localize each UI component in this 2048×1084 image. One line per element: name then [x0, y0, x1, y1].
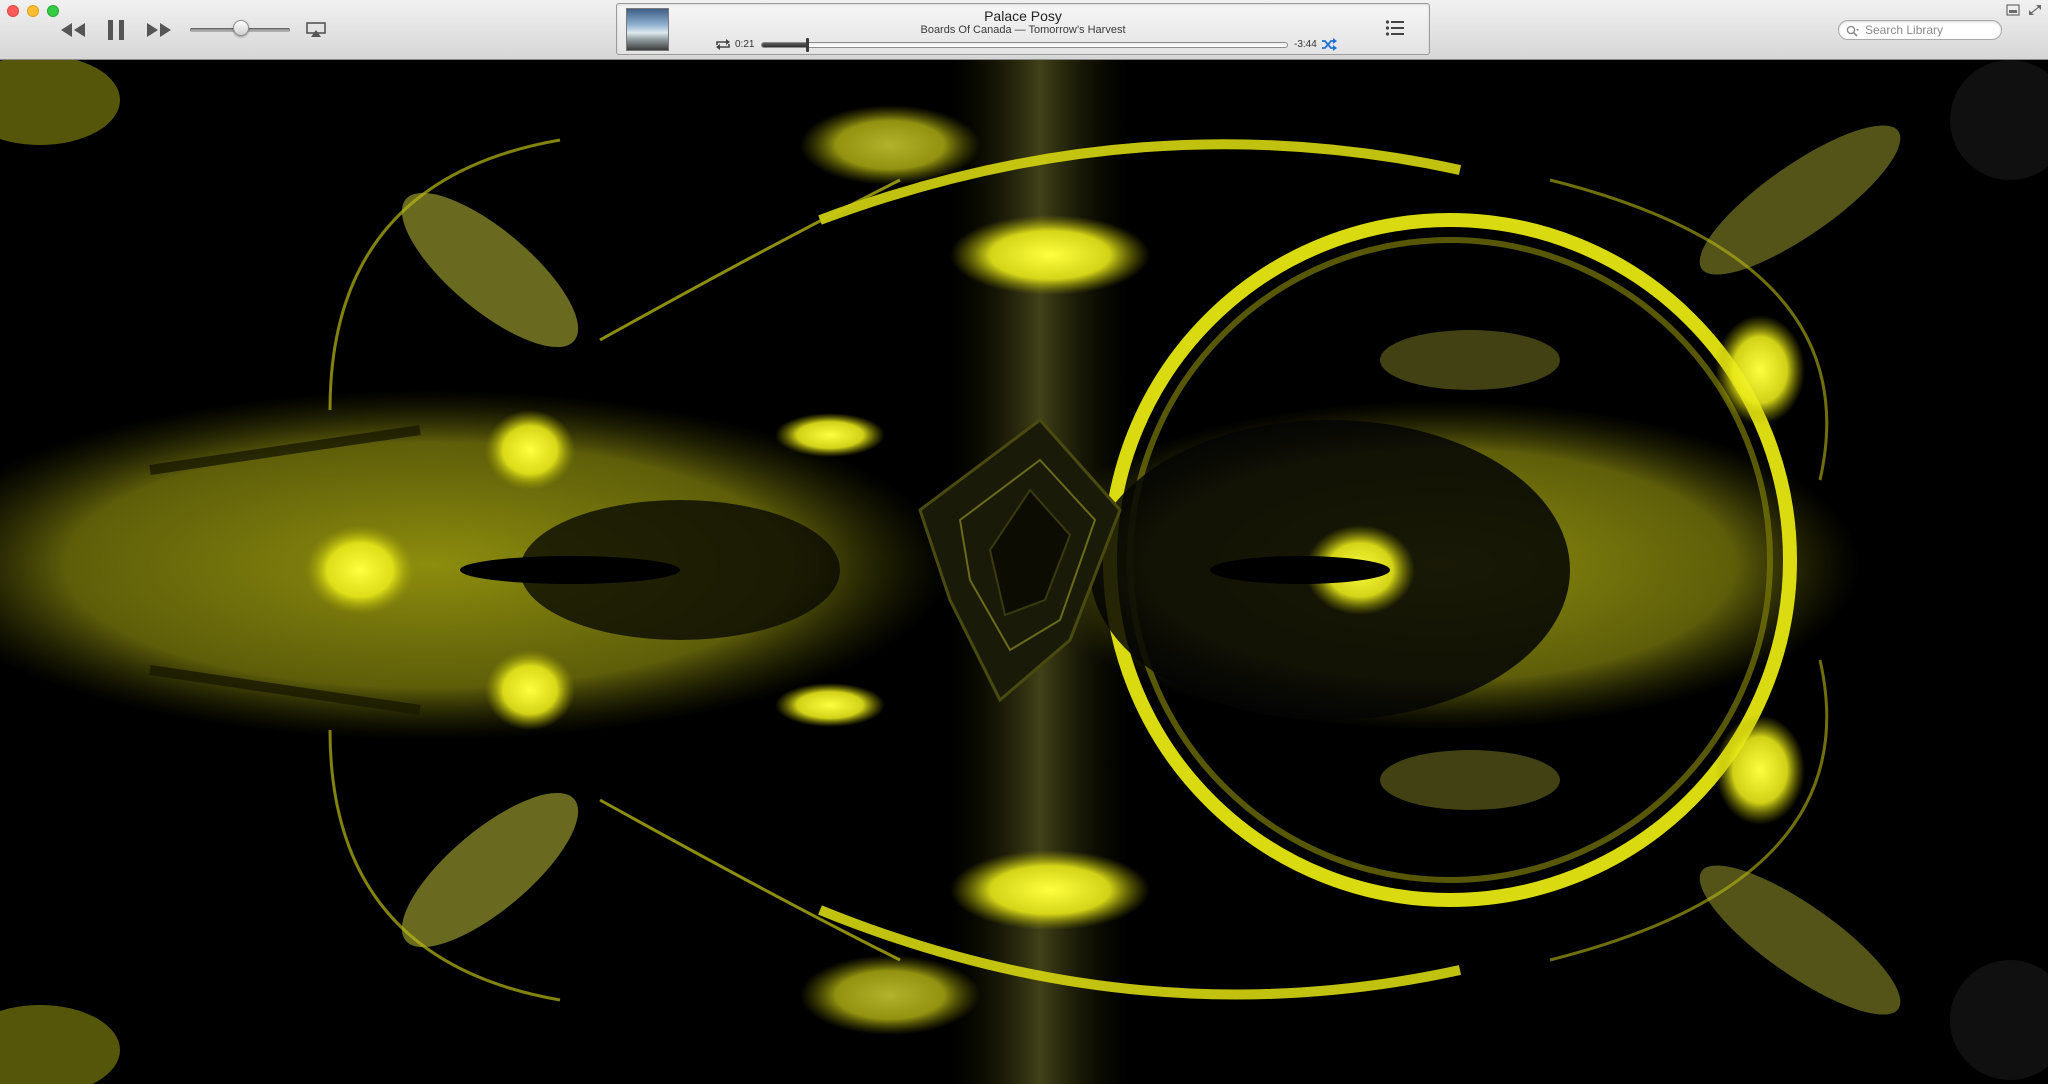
volume-knob[interactable]	[233, 20, 249, 36]
mini-player-button[interactable]	[2006, 3, 2020, 16]
airplay-icon	[306, 22, 326, 37]
remaining-time[interactable]: -3:44	[1294, 39, 1317, 50]
playhead[interactable]	[806, 38, 810, 52]
list-icon	[1385, 20, 1404, 36]
shuffle-button[interactable]	[1321, 38, 1337, 52]
full-screen-button[interactable]	[2028, 3, 2042, 15]
visualizer-canvas[interactable]	[0, 60, 2048, 1084]
player-toolbar: Palace Posy Boards Of Canada — Tomorrow’…	[0, 0, 2048, 60]
shuffle-icon	[1322, 38, 1337, 51]
volume-slider[interactable]	[190, 20, 290, 36]
song-progress-bar[interactable]	[761, 38, 1288, 52]
airplay-button[interactable]	[305, 20, 327, 40]
elapsed-time: 0:21	[735, 39, 755, 50]
play-pause-button[interactable]	[104, 17, 128, 43]
minimize-window-button[interactable]	[27, 5, 39, 17]
now-playing-display: Palace Posy Boards Of Canada — Tomorrow’…	[616, 3, 1430, 55]
artist-album[interactable]: Boards Of Canada — Tomorrow’s Harvest	[617, 24, 1429, 36]
search-input[interactable]	[1865, 22, 1995, 38]
song-title[interactable]: Palace Posy	[617, 8, 1429, 24]
progress-fill	[762, 43, 808, 47]
mini-player-icon	[2006, 4, 2020, 16]
visualizer-graphic	[0, 60, 2048, 1084]
close-window-button[interactable]	[7, 5, 19, 17]
rewind-icon	[61, 23, 85, 37]
repeat-icon	[716, 39, 730, 50]
magnifier-icon	[1846, 24, 1860, 37]
fast-forward-button[interactable]	[144, 18, 174, 42]
itunes-window: Palace Posy Boards Of Canada — Tomorrow’…	[0, 0, 2048, 1084]
fast-forward-icon	[147, 23, 171, 37]
repeat-button[interactable]	[715, 38, 733, 52]
full-screen-icon	[2029, 5, 2041, 15]
rewind-button[interactable]	[58, 18, 88, 42]
search-library-field[interactable]	[1838, 20, 2002, 40]
pause-icon	[108, 20, 124, 40]
up-next-button[interactable]	[1385, 19, 1405, 37]
zoom-window-button[interactable]	[47, 5, 59, 17]
